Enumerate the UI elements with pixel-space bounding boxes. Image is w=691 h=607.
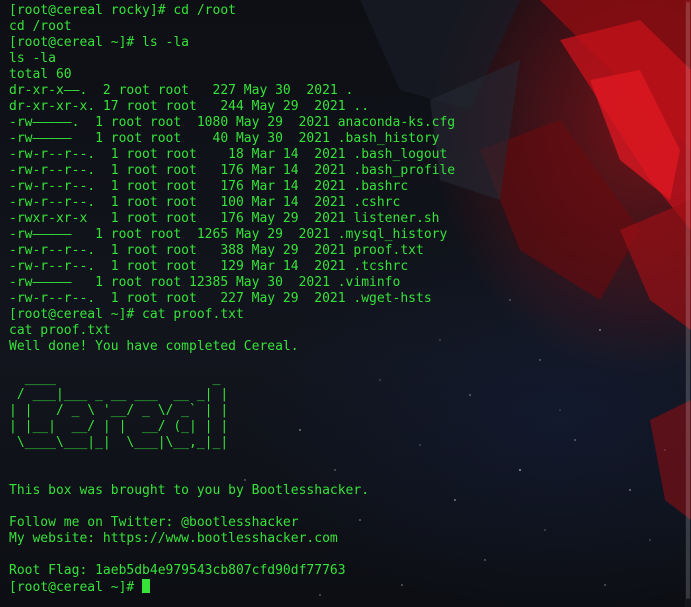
terminal-line: -rw————— 1 root root 40 May 30 2021 .bas… xyxy=(9,131,440,146)
terminal-line: -rwxr-xr-x 1 root root 176 May 29 2021 l… xyxy=(9,211,440,226)
terminal-line: [root@cereal rocky]# cd /root xyxy=(9,3,236,18)
terminal-line: \____\___|_| \___|\__,_|_| xyxy=(9,435,229,450)
terminal-line: [root@cereal ~]# ls -la xyxy=(9,35,190,50)
terminal-line: [root@cereal ~]# cat proof.txt xyxy=(9,307,244,322)
terminal-line: cat proof.txt xyxy=(9,323,111,338)
terminal-line: Well done! You have completed Cereal. xyxy=(9,339,299,354)
terminal-line: dr-xr-x——. 2 root root 227 May 30 2021 . xyxy=(9,83,354,98)
vertical-scrollbar[interactable] xyxy=(685,0,691,607)
terminal-line: -rw—————. 1 root root 1080 May 29 2021 a… xyxy=(9,115,456,130)
scrollbar-thumb[interactable] xyxy=(686,2,690,599)
terminal-line: -rw-r--r--. 1 root root 176 Mar 14 2021 … xyxy=(9,179,409,194)
terminal-line: My website: https://www.bootlesshacker.c… xyxy=(9,531,338,546)
terminal-line: total 60 xyxy=(9,67,72,82)
terminal-line: This box was brought to you by Bootlessh… xyxy=(9,483,370,498)
prompt-line[interactable]: [root@cereal ~]# xyxy=(9,579,455,595)
terminal-window[interactable]: [root@cereal rocky]# cd /root cd /root [ro… xyxy=(0,0,691,607)
terminal-line: -rw-r--r--. 1 root root 100 Mar 14 2021 … xyxy=(9,195,401,210)
terminal-line: dr-xr-xr-x. 17 root root 244 May 29 2021… xyxy=(9,99,370,114)
terminal-line: Follow me on Twitter: @bootlesshacker xyxy=(9,515,299,530)
terminal-line: -rw————— 1 root root 12385 May 30 2021 .… xyxy=(9,275,401,290)
terminal-line: -rw-r--r--. 1 root root 388 May 29 2021 … xyxy=(9,243,424,258)
terminal-line: -rw-r--r--. 1 root root 129 Mar 14 2021 … xyxy=(9,259,409,274)
terminal-line: | |__| __/ | | __/ (_| | | xyxy=(9,419,229,434)
terminal-line: -rw-r--r--. 1 root root 18 Mar 14 2021 .… xyxy=(9,147,448,162)
terminal-line: -rw-r--r--. 1 root root 227 May 29 2021 … xyxy=(9,291,432,306)
terminal-line: cd /root xyxy=(9,19,72,34)
text-cursor xyxy=(142,579,151,593)
terminal-line: ls -la xyxy=(9,51,56,66)
terminal-line: -rw————— 1 root root 1265 May 29 2021 .m… xyxy=(9,227,448,242)
terminal-line: -rw-r--r--. 1 root root 176 Mar 14 2021 … xyxy=(9,163,456,178)
terminal-line: ____ _ xyxy=(9,371,221,386)
terminal-line: | | / _ \ '__/ _ \/ _` | | xyxy=(9,403,229,418)
terminal-line: Root Flag: 1aeb5db4e979543cb807cfd90df77… xyxy=(9,563,346,578)
shell-prompt: [root@cereal ~]# xyxy=(9,580,143,595)
terminal-output[interactable]: [root@cereal rocky]# cd /root cd /root [ro… xyxy=(9,3,455,595)
terminal-line: / ___|___ _ __ ___ __ _| | xyxy=(9,387,229,402)
